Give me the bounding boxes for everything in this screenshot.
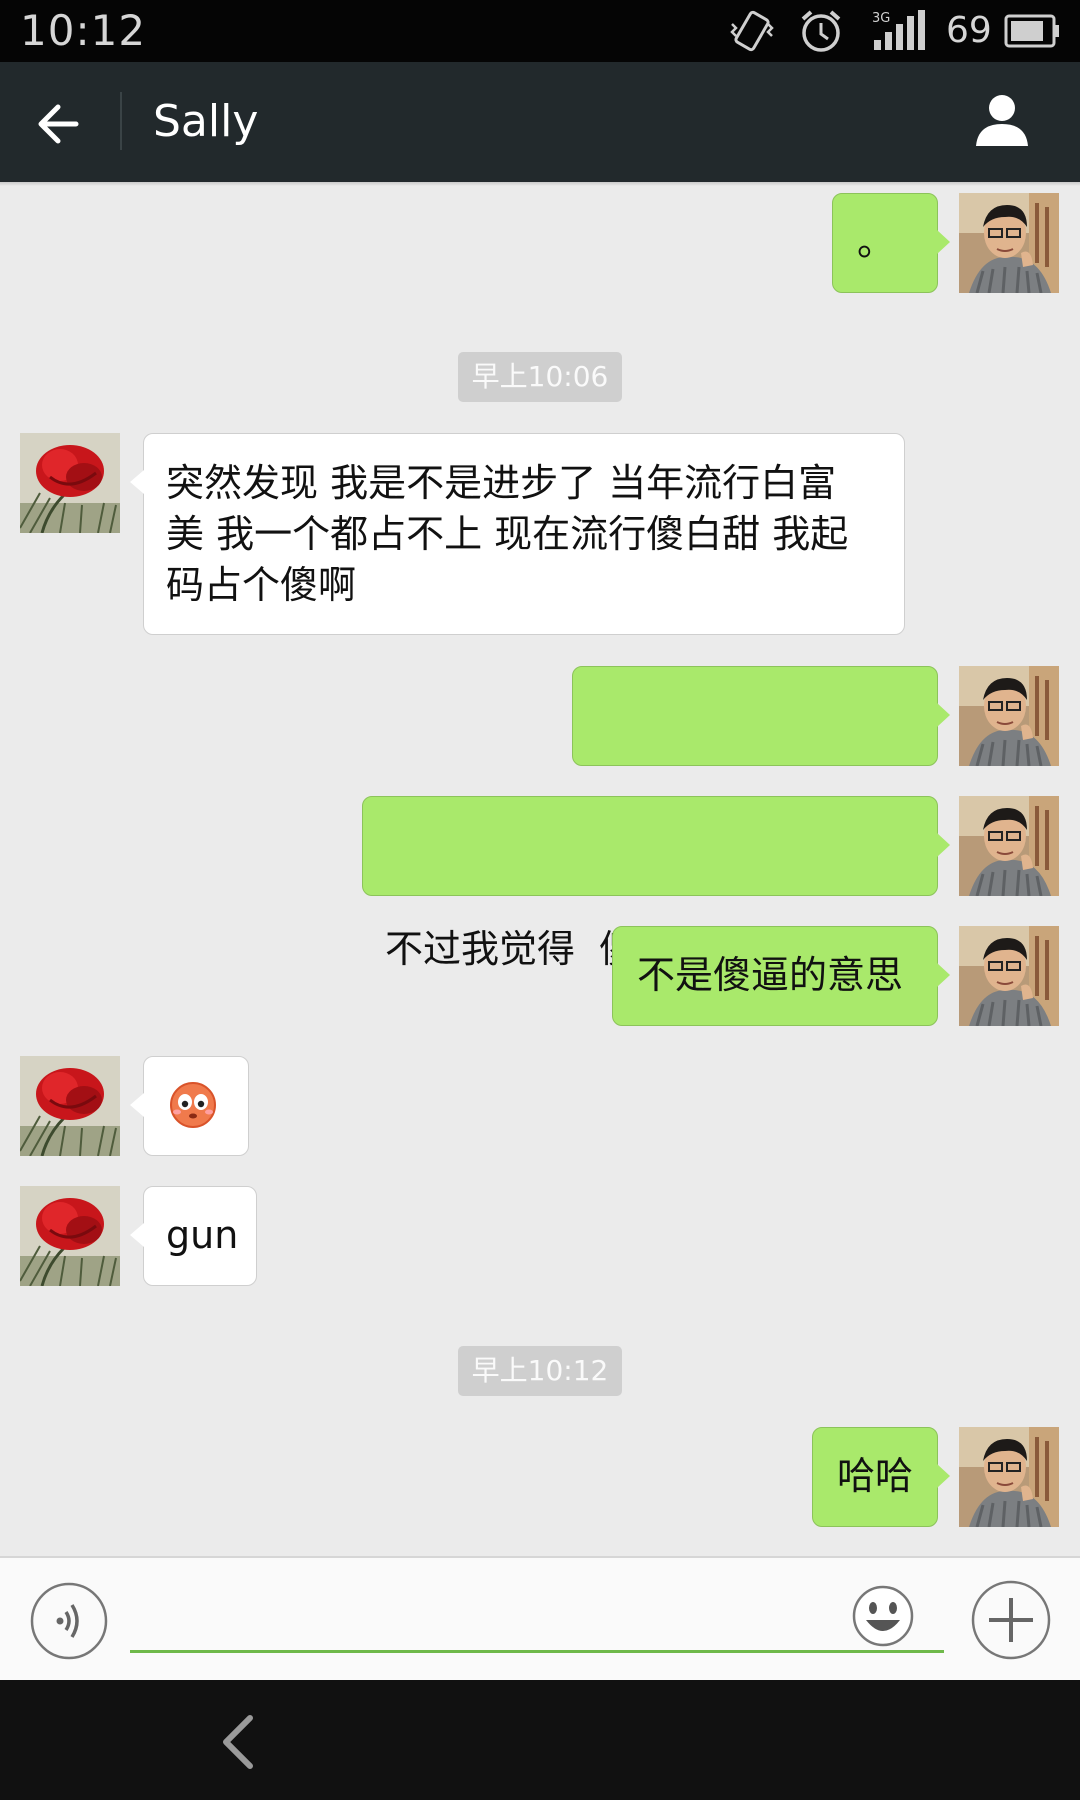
message-bubble-received[interactable]: gun bbox=[130, 1186, 257, 1286]
contact-avatar[interactable] bbox=[20, 1056, 120, 1156]
flushed-face-emoji-icon bbox=[170, 1082, 216, 1128]
voice-icon bbox=[30, 1582, 108, 1660]
contact-avatar[interactable] bbox=[20, 433, 120, 533]
my-avatar[interactable] bbox=[959, 1427, 1059, 1527]
my-avatar[interactable] bbox=[959, 796, 1059, 896]
system-nav-bar bbox=[0, 1680, 1080, 1800]
message-bubble-sent[interactable]: 。 bbox=[832, 193, 950, 293]
message-bubble-sent[interactable]: 不过我觉得 傻 是呆萌的意思 bbox=[362, 796, 950, 971]
chat-header: Sally bbox=[0, 62, 1080, 182]
chevron-left-icon bbox=[223, 1715, 253, 1769]
message-text: gun bbox=[166, 1213, 239, 1257]
message-bubble-sent[interactable]: 。 。 。 。 。 。 。 。 bbox=[572, 666, 998, 843]
message-text: 哈哈 bbox=[837, 1454, 914, 1498]
person-icon bbox=[976, 95, 1028, 146]
my-avatar[interactable] bbox=[959, 193, 1059, 293]
signal-type-label: 3G bbox=[872, 11, 890, 26]
message-bubble-sent[interactable]: 不是傻逼的意思 bbox=[612, 926, 950, 1026]
header-divider bbox=[120, 92, 122, 150]
chat-list[interactable]: 。 早上10:06 突然发现 我是不是进步了 当年流行白富 美 我一个都占不上 … bbox=[0, 186, 1080, 1556]
status-bar: 10:12 3G 69 bbox=[0, 0, 1080, 62]
chat-title: Sally bbox=[153, 96, 259, 147]
message-bubble-sent[interactable]: 哈哈 bbox=[812, 1427, 950, 1527]
message-text-line: 码占个傻啊 bbox=[166, 563, 357, 607]
vibrate-icon bbox=[728, 8, 776, 58]
contact-avatar[interactable] bbox=[20, 1186, 120, 1286]
battery-percent: 69 bbox=[946, 10, 992, 51]
message-input[interactable] bbox=[130, 1588, 944, 1653]
battery-icon bbox=[1004, 12, 1060, 54]
timestamp: 早上10:12 bbox=[458, 1346, 622, 1396]
my-avatar[interactable] bbox=[959, 926, 1059, 1026]
more-button[interactable] bbox=[971, 1580, 1051, 1660]
message-bubble-received[interactable]: 突然发现 我是不是进步了 当年流行白富 美 我一个都占不上 现在流行傻白甜 我起… bbox=[130, 433, 905, 635]
voice-button[interactable] bbox=[30, 1582, 108, 1660]
message-text-line: 美 我一个都占不上 现在流行傻白甜 我起 bbox=[166, 512, 849, 556]
message-text-line: 突然发现 我是不是进步了 当年流行白富 bbox=[166, 461, 837, 505]
emoji-button[interactable] bbox=[851, 1584, 915, 1648]
message-text: 不是傻逼的意思 bbox=[637, 953, 904, 997]
status-time: 10:12 bbox=[20, 6, 147, 55]
plus-icon bbox=[971, 1580, 1051, 1660]
alarm-icon bbox=[798, 8, 844, 58]
my-avatar[interactable] bbox=[959, 666, 1059, 766]
input-bar bbox=[0, 1556, 1080, 1682]
message-text: 。 bbox=[857, 220, 896, 264]
smiley-icon bbox=[852, 1585, 914, 1647]
arrow-left-icon bbox=[38, 104, 79, 144]
back-button[interactable] bbox=[28, 92, 92, 156]
system-back-button[interactable] bbox=[212, 1712, 262, 1772]
signal-3g-icon: 3G bbox=[870, 8, 926, 58]
profile-button[interactable] bbox=[970, 88, 1034, 152]
message-bubble-received[interactable] bbox=[130, 1056, 249, 1156]
timestamp: 早上10:06 bbox=[458, 352, 622, 402]
